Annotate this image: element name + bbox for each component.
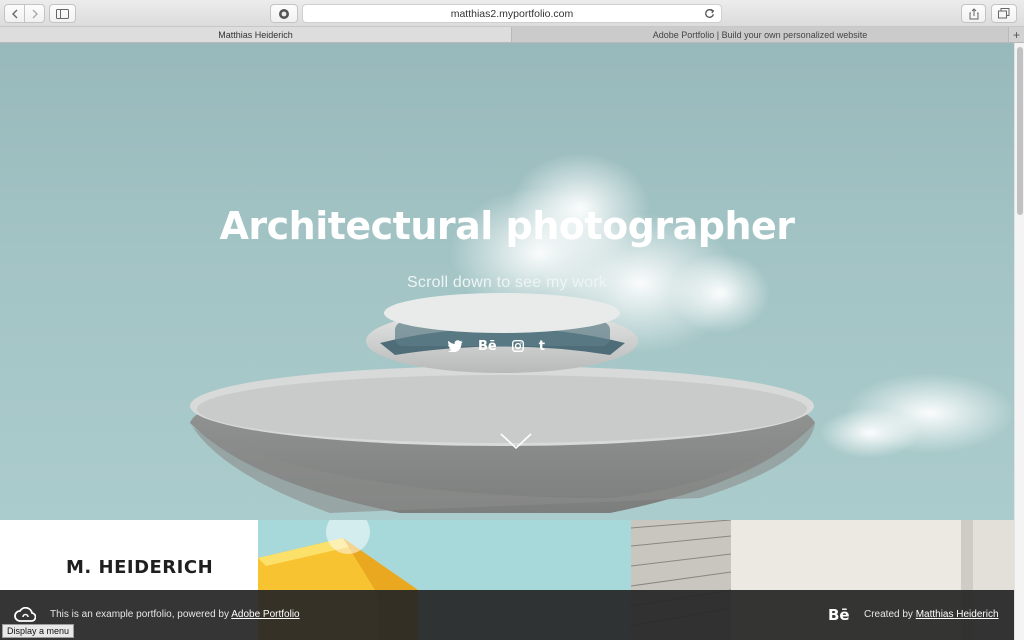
tab-adobe-portfolio[interactable]: Adobe Portfolio | Build your own persona… [512,27,1008,42]
tab-bar: Matthias Heiderich Adobe Portfolio | Bui… [0,27,1024,43]
hero-title: Architectural photographer [219,204,795,248]
creator-link[interactable]: Matthias Heiderich [916,609,999,620]
sidebar-icon [56,8,69,19]
twitter-icon[interactable] [448,340,463,352]
share-button[interactable] [961,4,986,23]
tumblr-icon[interactable]: t [539,339,545,354]
forward-button[interactable] [24,4,45,23]
instagram-icon[interactable] [511,340,524,352]
show-tabs-button[interactable] [991,4,1017,23]
new-tab-button[interactable]: + [1008,27,1024,42]
hero-section: Architectural photographer Scroll down t… [0,43,1014,520]
chevron-left-icon [11,9,17,18]
page-viewport: Architectural photographer Scroll down t… [0,43,1014,640]
behance-icon[interactable]: Bē [478,339,497,354]
reader-button[interactable] [270,4,298,23]
powered-by-label: This is an example portfolio, powered by [50,609,232,620]
social-links: Bē t [448,337,545,355]
reload-icon[interactable] [704,8,715,19]
address-bar[interactable]: matthias2.myportfolio.com [302,4,722,23]
hero-subtitle: Scroll down to see my work [407,274,607,291]
tab-label: Adobe Portfolio | Build your own persona… [652,29,868,40]
browser-toolbar: matthias2.myportfolio.com [0,0,1024,27]
adobe-portfolio-bar: This is an example portfolio, powered by… [0,590,1014,640]
creative-cloud-icon[interactable] [14,607,36,623]
tab-label: Matthias Heiderich [218,29,293,40]
sidebar-toggle-button[interactable] [49,4,76,23]
created-by-label: Created by [864,609,916,620]
site-brand[interactable]: M. HEIDERICH [66,557,213,578]
tooltip: Display a menu [2,624,75,638]
share-icon [969,7,978,19]
chevron-right-icon [32,9,38,18]
scrollbar-thumb[interactable] [1017,47,1023,215]
tab-matthias-heiderich[interactable]: Matthias Heiderich [0,27,512,42]
powered-by-text: This is an example portfolio, powered by… [50,609,300,620]
created-by-text: Created by Matthias Heiderich [864,609,999,620]
reader-icon [279,8,289,19]
adobe-portfolio-link[interactable]: Adobe Portfolio [231,609,299,620]
page-scrollbar[interactable] [1014,43,1024,640]
back-button[interactable] [4,4,25,23]
behance-logo-icon[interactable]: Bē [828,606,850,624]
tabs-overview-icon [998,8,1010,19]
chevron-down-icon[interactable] [500,433,532,449]
url-text: matthias2.myportfolio.com [450,7,574,20]
